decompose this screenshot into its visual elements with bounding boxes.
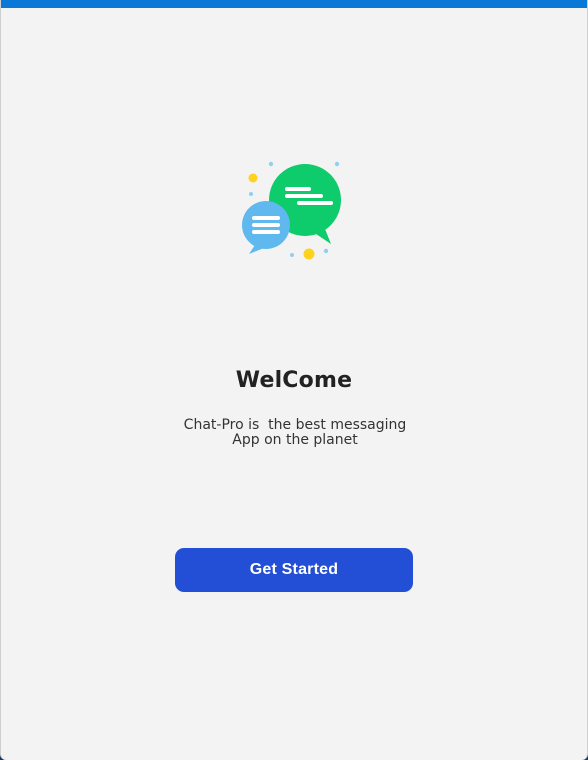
welcome-title: WelCome [235, 368, 353, 393]
chat-bubbles-icon [242, 161, 341, 260]
welcome-subtitle: Chat-Pro is the best messaging App on th… [1, 417, 587, 448]
get-started-button[interactable]: Get Started [175, 548, 413, 592]
title-accent-bar [1, 0, 587, 8]
welcome-subtitle-line-1: Chat-Pro is the best messaging [183, 417, 407, 433]
app-window: WelCome Chat-Pro is the best messaging A… [0, 0, 588, 760]
welcome-subtitle-line-2: App on the planet [232, 432, 358, 448]
